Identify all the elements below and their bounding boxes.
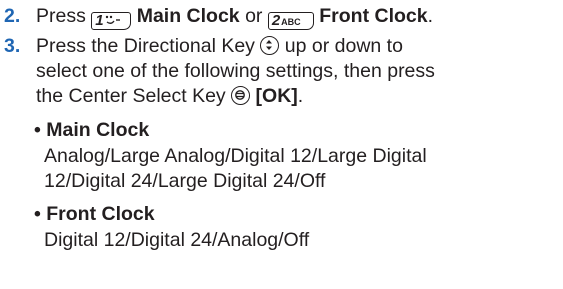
- step-number: 3.: [4, 35, 21, 57]
- step-text: Press 1 Main Clock or 2ABC Front Clock.: [36, 4, 433, 30]
- front-clock-options-line-1: Digital 12/Digital 24/Analog/Off: [44, 229, 310, 251]
- step-number: 2.: [4, 5, 21, 27]
- center-select-key-icon: [231, 86, 251, 105]
- main-clock-label: Main Clock: [136, 5, 240, 27]
- or-text: or: [245, 5, 263, 27]
- step-line-1: Press the Directional Key up or down to: [36, 35, 403, 57]
- step-press-text: Press: [36, 5, 86, 27]
- ok-label: [OK]: [255, 85, 298, 107]
- main-clock-options-line-1: Analog/Large Analog/Digital 12/Large Dig…: [44, 145, 427, 167]
- period: .: [427, 5, 434, 27]
- key-1-icon: 1: [91, 12, 132, 30]
- main-clock-heading: • Main Clock: [34, 119, 150, 141]
- main-clock-options-line-2: 12/Digital 24/Large Digital 24/Off: [44, 170, 326, 192]
- front-clock-heading: • Front Clock: [34, 203, 155, 225]
- key-2-abc-icon: 2ABC: [267, 12, 314, 30]
- front-clock-label: Front Clock: [319, 5, 428, 27]
- directional-key-icon: [260, 36, 280, 55]
